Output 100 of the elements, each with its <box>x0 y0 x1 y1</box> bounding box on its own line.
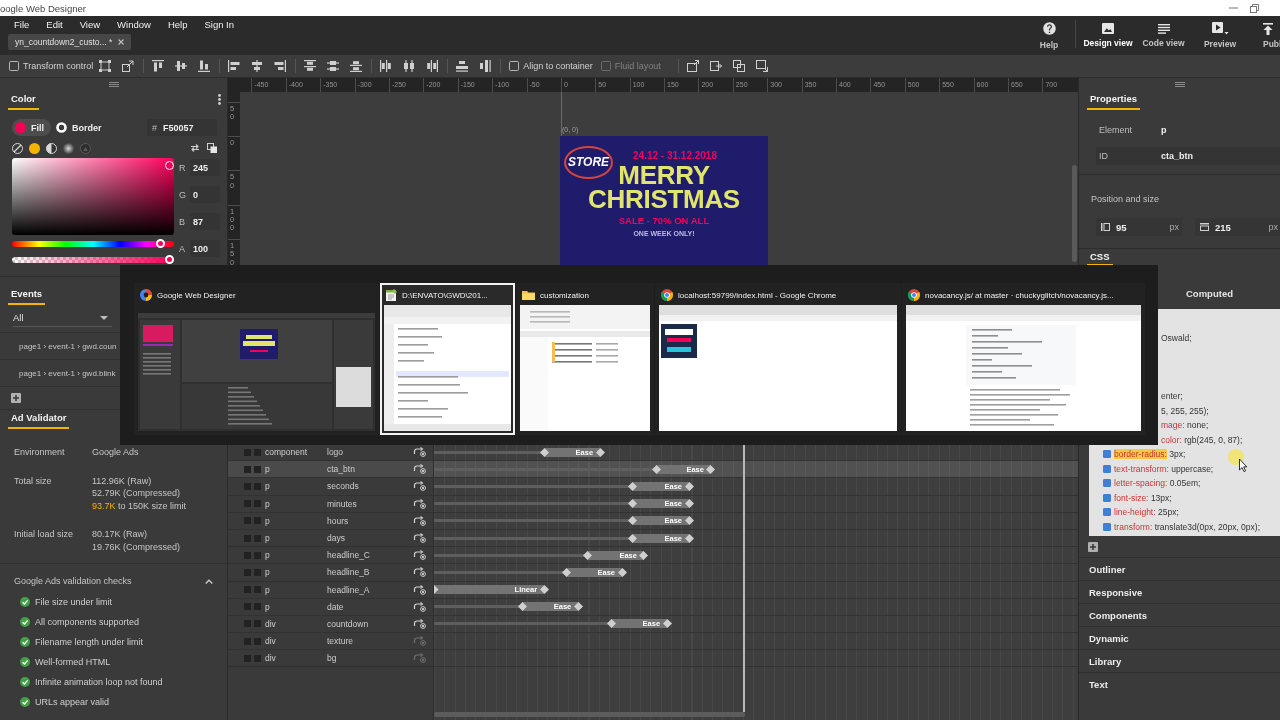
playhead[interactable] <box>742 444 745 712</box>
color-field[interactable] <box>12 158 174 235</box>
close-icon[interactable] <box>118 39 125 45</box>
panel-header[interactable]: Text <box>1079 672 1280 695</box>
layer-row[interactable]: p headline_C <box>228 547 433 565</box>
align-left-icon[interactable] <box>228 60 241 72</box>
toggle-square-icon[interactable] <box>254 620 261 628</box>
align-top-icon[interactable] <box>152 60 165 72</box>
menu-item[interactable]: Window <box>117 19 151 30</box>
toggle-square-icon[interactable] <box>244 603 251 611</box>
distribute-right-icon[interactable] <box>426 60 439 72</box>
keyframe-marker[interactable] <box>628 481 638 491</box>
resize-icon[interactable] <box>122 60 135 72</box>
checkbox[interactable] <box>509 61 520 71</box>
layer-row[interactable]: p date <box>228 598 433 616</box>
hex-field[interactable]: # F50057 <box>147 119 217 136</box>
align-bottom-icon[interactable] <box>198 60 211 72</box>
event-item[interactable]: page1 › event-1 › gwd.coun <box>0 333 117 359</box>
number-field[interactable]: 87 <box>190 213 220 230</box>
document-tab[interactable]: yn_countdown2_custo... * <box>8 34 132 50</box>
preview-button[interactable]: Preview <box>1191 16 1249 55</box>
checkbox[interactable] <box>1103 508 1111 517</box>
task-switcher-item[interactable]: D:\ENVATO\GWD\201... <box>380 283 515 435</box>
layer-row[interactable]: div countdown <box>228 615 433 634</box>
alpha-slider[interactable] <box>12 255 174 264</box>
drag-handle-icon[interactable] <box>108 81 119 87</box>
radial-gradient-icon[interactable] <box>63 142 74 154</box>
square-icon[interactable] <box>207 143 217 153</box>
panel-header[interactable]: Library <box>1079 649 1280 672</box>
transform-box-icon[interactable] <box>99 60 112 72</box>
align-center-icon[interactable] <box>251 60 264 72</box>
keyframe-marker[interactable] <box>684 516 694 526</box>
keyframe-marker[interactable] <box>539 585 549 595</box>
box-swap-icon[interactable] <box>732 60 745 72</box>
panel-header[interactable]: Components <box>1079 603 1280 626</box>
number-field[interactable]: 245 <box>190 159 220 176</box>
layer-row[interactable]: div bg <box>228 650 433 668</box>
keyframe-marker[interactable] <box>617 567 627 577</box>
panel-header[interactable]: Responsive <box>1079 580 1280 603</box>
toggle-square-icon[interactable] <box>254 586 261 594</box>
keyframe-marker[interactable] <box>639 550 649 560</box>
toggle-square-icon[interactable] <box>254 482 261 490</box>
checkbox[interactable] <box>1103 493 1111 502</box>
css-tab[interactable]: Computed <box>1169 279 1250 307</box>
swap-icon[interactable] <box>190 143 200 153</box>
caret-up-icon[interactable] <box>205 578 213 584</box>
toggle-square-icon[interactable] <box>244 654 251 662</box>
drag-handle-icon[interactable] <box>1174 81 1185 87</box>
toggle-square-icon[interactable] <box>244 500 251 508</box>
keyframe-marker[interactable] <box>706 464 716 474</box>
toggle-square-icon[interactable] <box>244 551 251 559</box>
keyframe-marker[interactable] <box>595 447 605 457</box>
distribute-middle-icon[interactable] <box>327 60 340 72</box>
no-fill-icon[interactable] <box>12 142 23 154</box>
panel-header[interactable]: Dynamic <box>1079 626 1280 649</box>
distribute-left-icon[interactable] <box>380 60 393 72</box>
toggle-square-icon[interactable] <box>244 448 251 456</box>
toggle-square-icon[interactable] <box>244 465 251 473</box>
toggle-square-icon[interactable] <box>244 482 251 490</box>
linear-gradient-icon[interactable] <box>46 142 57 154</box>
checkbox[interactable] <box>1103 479 1111 488</box>
layer-row[interactable]: p headline_A <box>228 581 433 599</box>
hue-slider[interactable] <box>12 239 174 248</box>
checkbox[interactable] <box>1103 522 1111 531</box>
layer-row[interactable]: p cta_btn <box>228 461 433 479</box>
position-field[interactable]: 215 px <box>1195 218 1280 236</box>
keyframe-marker[interactable] <box>628 499 638 509</box>
keyframe-marker[interactable] <box>684 481 694 491</box>
distribute-center-icon[interactable] <box>403 60 416 72</box>
keyframe-marker[interactable] <box>573 602 583 612</box>
menu-item[interactable]: Edit <box>46 19 63 30</box>
distribute-top-icon[interactable] <box>304 60 317 72</box>
layer-row[interactable]: p days <box>228 529 433 548</box>
publish-button[interactable]: Publ <box>1249 16 1280 55</box>
more-icon[interactable] <box>218 94 221 105</box>
toggle-square-icon[interactable] <box>254 448 261 456</box>
color-target-tab[interactable]: Border <box>53 119 109 136</box>
keyframe-marker[interactable] <box>684 533 694 543</box>
design-view-tab[interactable]: Design view <box>1080 16 1136 55</box>
layer-row[interactable]: p headline_B <box>228 564 433 582</box>
toggle-square-icon[interactable] <box>244 534 251 542</box>
toggle-square-icon[interactable] <box>254 637 261 645</box>
add-icon[interactable] <box>11 393 21 403</box>
layer-row[interactable]: p minutes <box>228 495 433 513</box>
keyframe-marker[interactable] <box>628 516 638 526</box>
toggle-square-icon[interactable] <box>244 517 251 525</box>
toggle-square-icon[interactable] <box>244 637 251 645</box>
checkbox[interactable] <box>1103 464 1111 473</box>
keyframe-marker[interactable] <box>651 464 661 474</box>
match-width-icon[interactable] <box>456 60 469 72</box>
keyframe-marker[interactable] <box>540 447 550 457</box>
toggle-square-icon[interactable] <box>244 620 251 628</box>
keyframe-marker[interactable] <box>606 619 616 629</box>
panel-header[interactable]: Outliner <box>1079 557 1280 580</box>
number-field[interactable]: 0 <box>190 186 220 203</box>
menu-item[interactable]: File <box>14 19 30 30</box>
number-field[interactable]: 100 <box>190 240 220 257</box>
restore-icon[interactable] <box>1250 3 1259 13</box>
checkbox-option[interactable]: Align to container <box>509 61 593 71</box>
add-icon[interactable] <box>1088 541 1098 552</box>
